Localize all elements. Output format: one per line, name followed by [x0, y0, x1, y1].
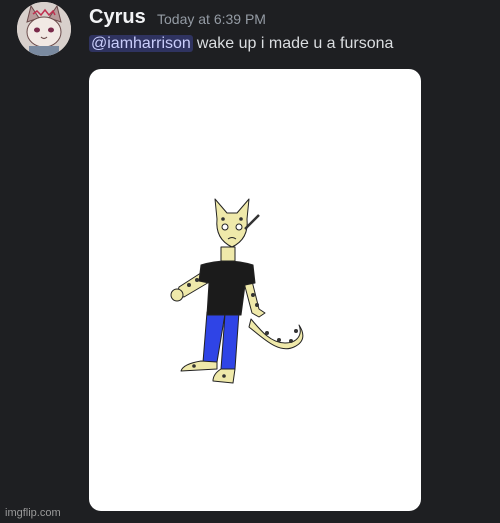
imgflip-watermark: imgflip.com — [5, 507, 61, 519]
image-attachment[interactable] — [89, 69, 421, 511]
message-text: wake up i made u a fursona — [196, 35, 394, 52]
user-avatar[interactable] — [17, 2, 71, 56]
fursona-drawing — [170, 198, 304, 384]
message-content: @iamharrison wake up i made u a fursona — [89, 35, 393, 53]
chat-screen: Cyrus Today at 6:39 PM @iamharrison wake … — [0, 0, 500, 523]
username[interactable]: Cyrus — [89, 6, 146, 29]
user-mention[interactable]: @iamharrison — [89, 35, 193, 52]
message-timestamp: Today at 6:39 PM — [157, 11, 266, 27]
avatar-cat-drawing — [17, 2, 71, 56]
